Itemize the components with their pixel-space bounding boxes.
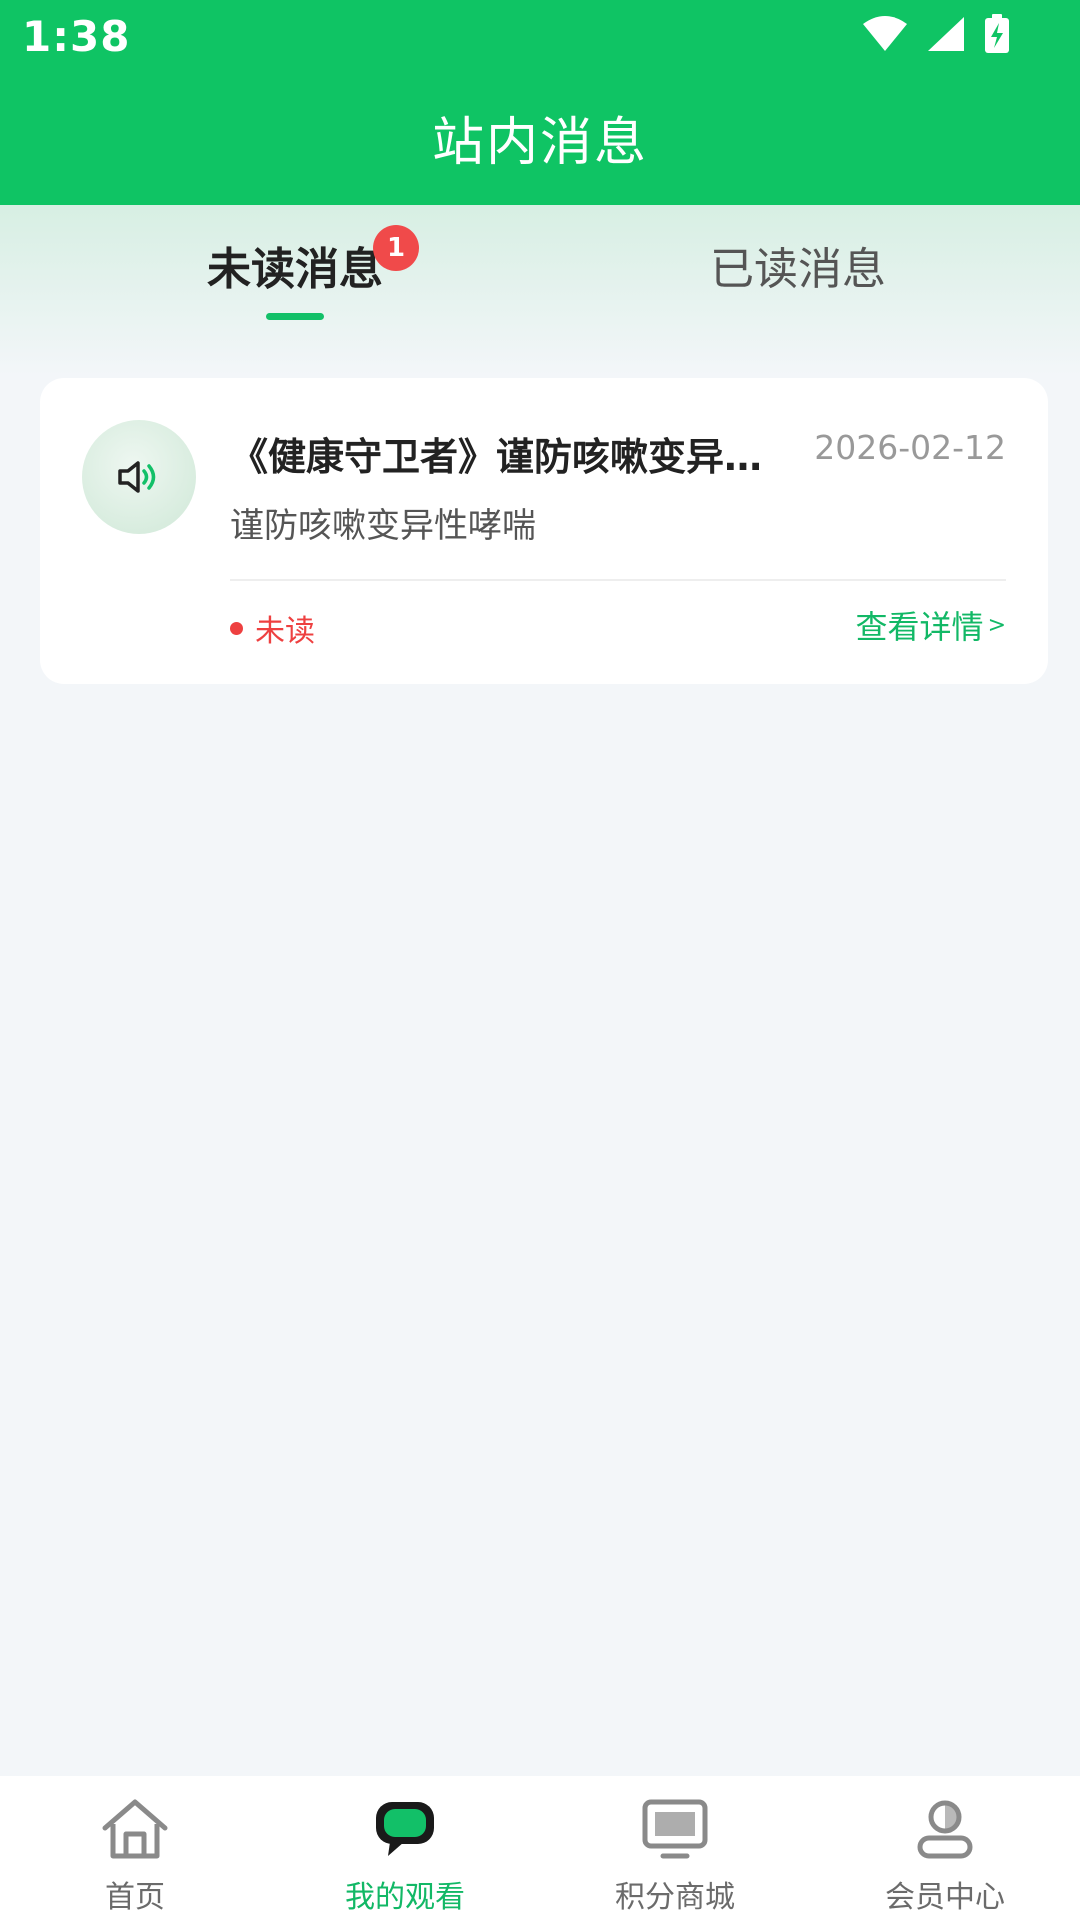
unread-count-badge: 1 bbox=[373, 225, 419, 271]
view-detail-link[interactable]: 查看详情 > bbox=[856, 602, 1006, 648]
message-avatar bbox=[82, 420, 196, 534]
card-divider bbox=[230, 579, 1006, 581]
nav-label-home: 首页 bbox=[105, 1880, 165, 1915]
nav-label-member-center: 会员中心 bbox=[885, 1880, 1005, 1915]
unread-dot bbox=[230, 621, 243, 635]
nav-item-points-mall[interactable]: 积分商城 bbox=[540, 1776, 810, 1920]
tab-unread-text: 未读消息 bbox=[207, 244, 383, 295]
status-time: 1:38 bbox=[22, 12, 131, 61]
page-title: 站内消息 bbox=[431, 113, 648, 173]
home-icon bbox=[99, 1796, 171, 1862]
message-date: 2026-02-12 bbox=[814, 428, 1006, 467]
nav-item-member-center[interactable]: 会员中心 bbox=[810, 1776, 1080, 1920]
message-status: 未读 bbox=[230, 606, 315, 650]
wifi-icon bbox=[863, 16, 907, 51]
tab-read[interactable]: 已读消息 bbox=[598, 235, 998, 355]
active-tab-indicator bbox=[266, 313, 324, 320]
battery-icon bbox=[985, 14, 1009, 53]
message-status-text: 未读 bbox=[255, 614, 315, 649]
bottom-nav: 首页 我的观看 积分商城 会员中心 bbox=[0, 1776, 1080, 1920]
view-detail-text: 查看详情 bbox=[855, 608, 984, 646]
message-card[interactable]: 《健康守卫者》谨防咳嗽变异性哮喘 2026-02-12 谨防咳嗽变异性哮喘 未读… bbox=[40, 378, 1048, 684]
nav-label-points-mall: 积分商城 bbox=[615, 1880, 735, 1915]
tab-read-label: 已读消息 bbox=[710, 244, 886, 295]
nav-item-home[interactable]: 首页 bbox=[0, 1776, 270, 1920]
tab-unread[interactable]: 未读消息 1 bbox=[95, 225, 495, 355]
user-icon bbox=[909, 1796, 981, 1862]
nav-label-my-watch: 我的观看 bbox=[345, 1880, 465, 1915]
header-bar: 1:38 站内消息 bbox=[0, 0, 1080, 205]
nav-item-my-watch[interactable]: 我的观看 bbox=[270, 1776, 540, 1920]
message-title: 《健康守卫者》谨防咳嗽变异性哮喘 bbox=[230, 435, 790, 479]
signal-icon bbox=[928, 17, 964, 51]
monitor-icon bbox=[639, 1796, 711, 1862]
app-screen: 1:38 站内消息 未读消息 1 已读消息 《健康守卫者》谨防咳嗽变异性哮喘 2… bbox=[0, 0, 1080, 1920]
speaker-icon bbox=[118, 461, 156, 493]
chat-bubble-icon bbox=[369, 1796, 441, 1862]
status-icons bbox=[862, 14, 1010, 54]
tab-unread-label: 未读消息 1 bbox=[207, 225, 419, 305]
chevron-right-icon: > bbox=[987, 612, 1006, 638]
tab-bar: 未读消息 1 已读消息 bbox=[0, 205, 1080, 375]
message-body: 谨防咳嗽变异性哮喘 bbox=[230, 506, 536, 546]
